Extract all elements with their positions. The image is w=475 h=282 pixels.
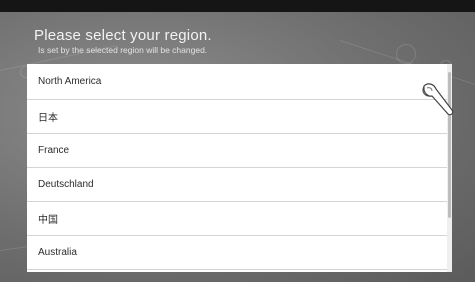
region-item-china[interactable]: 中国 xyxy=(27,202,447,236)
region-item-japan[interactable]: 日本 xyxy=(27,100,447,134)
region-item-label: North America xyxy=(38,76,102,87)
top-bar xyxy=(0,0,475,12)
region-item-france[interactable]: France xyxy=(27,134,447,168)
region-item-label: Deutschland xyxy=(38,179,94,190)
background-circle xyxy=(396,44,416,64)
region-item-label: France xyxy=(38,145,70,156)
page-subtitle: Is set by the selected region will be ch… xyxy=(38,45,208,55)
region-select-screen: Please select your region. Is set by the… xyxy=(0,0,475,282)
page-title: Please select your region. xyxy=(34,27,212,44)
region-item-label: 日本 xyxy=(38,113,58,124)
region-item-deutschland[interactable]: Deutschland xyxy=(27,168,447,202)
finger-tap-icon xyxy=(422,83,454,116)
region-item-australia[interactable]: Australia xyxy=(27,236,447,270)
region-list: North America 日本 France Deutschland 中国 A… xyxy=(27,64,447,272)
region-item-label: 中国 xyxy=(38,215,58,226)
region-item-north-america[interactable]: North America xyxy=(27,64,447,100)
region-item-label: Australia xyxy=(38,247,77,258)
